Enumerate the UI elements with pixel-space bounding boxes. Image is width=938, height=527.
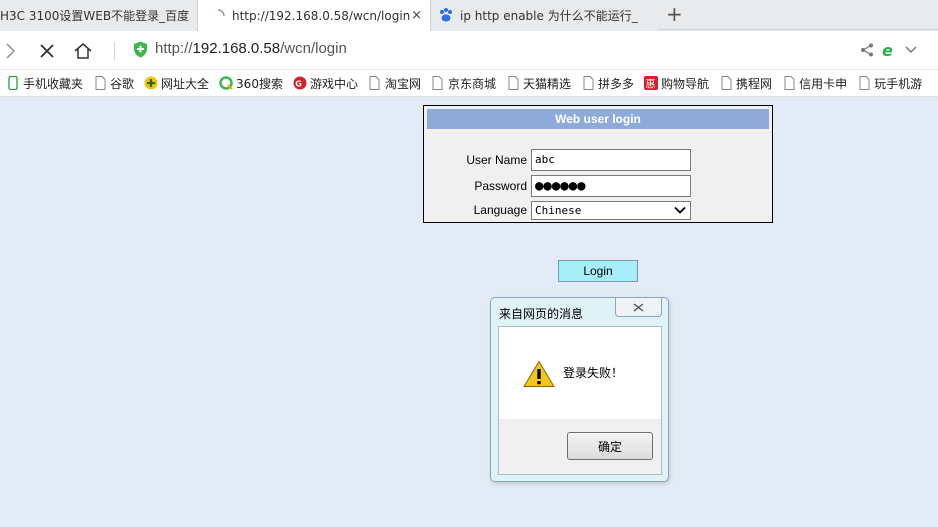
tab-strip: H3C 3100设置WEB不能登录_百度 http://192.168.0.58… bbox=[0, 0, 938, 31]
url-path: /wcn/login bbox=[280, 40, 347, 57]
bookmark-item[interactable]: 天猫精选 bbox=[506, 75, 571, 92]
page-icon bbox=[93, 76, 107, 90]
bookmark-label: 360搜索 bbox=[236, 76, 283, 91]
username-label: User Name bbox=[466, 153, 527, 167]
ok-button[interactable]: 确定 bbox=[567, 432, 653, 460]
bookmark-label: 手机收藏夹 bbox=[23, 76, 84, 91]
chevron-down-icon bbox=[674, 205, 686, 218]
bookmark-item[interactable]: 淘宝网 bbox=[368, 75, 421, 92]
tab-ip-http[interactable]: ip http enable 为什么不能运行_ bbox=[432, 0, 658, 30]
page-icon bbox=[368, 76, 382, 90]
loading-icon bbox=[210, 8, 226, 24]
search-ring-icon bbox=[219, 76, 233, 90]
forward-button[interactable] bbox=[0, 40, 22, 62]
tab-label: ip http enable 为什么不能运行_ bbox=[460, 8, 638, 23]
page-icon bbox=[581, 76, 595, 90]
bookmark-item[interactable]: 谷歌 bbox=[93, 75, 134, 92]
bookmark-label: 游戏中心 bbox=[309, 76, 358, 91]
tab-h3c[interactable]: H3C 3100设置WEB不能登录_百度 bbox=[0, 0, 196, 30]
dialog-close-button[interactable] bbox=[615, 298, 662, 317]
hui-icon: 惠 bbox=[644, 76, 659, 91]
address-divider bbox=[114, 42, 115, 60]
chevron-right-icon bbox=[6, 43, 16, 59]
bookmark-label: 拼多多 bbox=[598, 76, 635, 91]
tab-login[interactable]: http://192.168.0.58/wcn/login × bbox=[197, 0, 431, 31]
bookmark-item[interactable]: 360搜索 bbox=[219, 75, 283, 92]
bookmark-item[interactable]: 携程网 bbox=[719, 75, 772, 92]
language-selected-value: Chinese bbox=[535, 204, 582, 217]
url-scheme: http:// bbox=[155, 40, 193, 57]
browser-e-icon[interactable]: e bbox=[881, 40, 897, 60]
bookmark-item[interactable]: 网址大全 bbox=[144, 75, 209, 92]
page-icon bbox=[857, 76, 871, 90]
bookmark-label: 谷歌 bbox=[110, 76, 135, 91]
bookmark-item[interactable]: 惠 购物导航 bbox=[644, 75, 709, 92]
bookmark-label: 网址大全 bbox=[161, 76, 210, 91]
tab-label: http://192.168.0.58/wcn/login bbox=[232, 8, 411, 23]
dialog-title: 来自网页的消息 bbox=[499, 307, 584, 321]
navigation-bar: http://192.168.0.58/wcn/login e bbox=[0, 31, 938, 69]
bookmarks-bar: 手机收藏夹 谷歌 网址大全 360搜索 G 游戏中心 淘宝网 京东商城 天猫精选… bbox=[0, 70, 938, 97]
bookmark-item[interactable]: G 游戏中心 bbox=[293, 75, 358, 92]
password-label: Password bbox=[474, 179, 527, 193]
bookmark-label: 京东商城 bbox=[447, 76, 496, 91]
home-icon bbox=[74, 43, 92, 59]
bookmark-item[interactable]: 信用卡申 bbox=[782, 75, 847, 92]
bookmark-item[interactable]: 手机收藏夹 bbox=[6, 75, 83, 92]
stop-button[interactable] bbox=[36, 40, 58, 62]
svg-text:惠: 惠 bbox=[646, 78, 656, 91]
dialog-body: 登录失败！ 确定 bbox=[498, 326, 662, 475]
bookmark-label: 淘宝网 bbox=[384, 76, 421, 91]
bookmark-label: 玩手机游 bbox=[874, 76, 923, 91]
language-select[interactable]: Chinese bbox=[531, 201, 691, 220]
baidu-paw-icon bbox=[438, 7, 454, 23]
page-icon bbox=[719, 76, 733, 90]
login-header: Web user login bbox=[427, 109, 769, 129]
close-tab-icon[interactable]: × bbox=[411, 8, 422, 23]
bookmark-item[interactable]: 京东商城 bbox=[431, 75, 496, 92]
plus-circle-icon bbox=[144, 76, 158, 90]
bookmark-item[interactable]: 玩手机游 bbox=[857, 75, 922, 92]
svg-text:G: G bbox=[295, 80, 302, 89]
new-tab-button[interactable]: + bbox=[666, 4, 683, 24]
svg-text:e: e bbox=[882, 42, 893, 58]
dialog-message: 登录失败！ bbox=[563, 366, 624, 380]
chevron-down-icon[interactable] bbox=[904, 40, 918, 60]
bookmark-label: 天猫精选 bbox=[523, 76, 572, 91]
share-icon[interactable] bbox=[860, 40, 874, 60]
language-label: Language bbox=[473, 203, 527, 217]
bookmark-label: 购物导航 bbox=[661, 76, 710, 91]
address-bar[interactable]: http://192.168.0.58/wcn/login bbox=[155, 40, 347, 57]
url-host: 192.168.0.58 bbox=[192, 40, 281, 57]
home-button[interactable] bbox=[72, 40, 94, 62]
bookmark-item[interactable]: 拼多多 bbox=[581, 75, 634, 92]
warning-icon bbox=[523, 360, 555, 388]
page-icon bbox=[431, 76, 445, 90]
shield-icon[interactable] bbox=[133, 41, 148, 58]
bookmark-label: 携程网 bbox=[736, 76, 773, 91]
login-panel: Web user login User Name abc Password ●●… bbox=[423, 105, 773, 223]
password-input[interactable]: ●●●●●● bbox=[531, 175, 691, 197]
page-icon bbox=[506, 76, 520, 90]
mobile-icon bbox=[6, 76, 20, 90]
bookmark-label: 信用卡申 bbox=[799, 76, 848, 91]
username-input[interactable]: abc bbox=[531, 149, 691, 171]
login-button[interactable]: Login bbox=[558, 260, 638, 282]
close-icon bbox=[40, 44, 54, 58]
alert-dialog: 来自网页的消息 登录失败！ 确定 bbox=[490, 297, 669, 482]
tab-label: H3C 3100设置WEB不能登录_百度 bbox=[0, 8, 190, 23]
page-icon bbox=[782, 76, 796, 90]
close-icon bbox=[633, 302, 644, 312]
game-icon: G bbox=[293, 76, 307, 90]
